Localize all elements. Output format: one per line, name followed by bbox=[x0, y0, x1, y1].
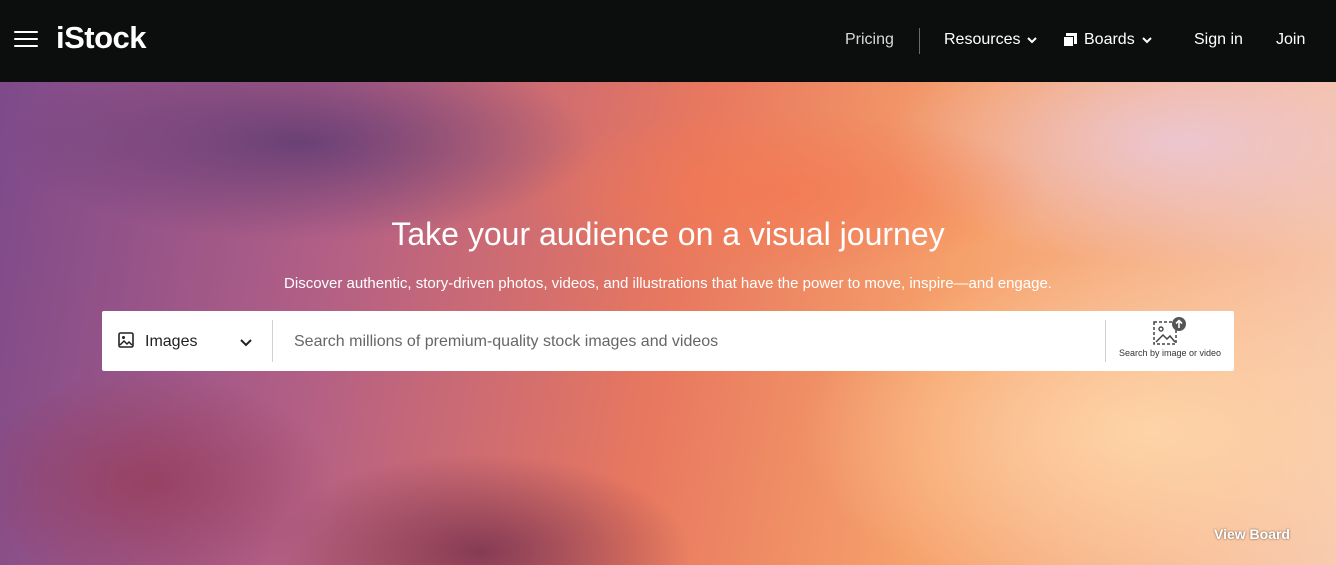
image-icon bbox=[118, 332, 134, 348]
hero-subtitle: Discover authentic, story-driven photos,… bbox=[284, 275, 1052, 292]
media-type-label: Images bbox=[145, 333, 198, 350]
nav-boards-label: Boards bbox=[1084, 31, 1135, 48]
join-label: Join bbox=[1276, 31, 1306, 48]
search-bar: Images Search by image or video bbox=[102, 311, 1234, 371]
chevron-down-icon bbox=[240, 339, 252, 347]
search-input[interactable] bbox=[292, 325, 1096, 359]
sign-in-label: Sign in bbox=[1194, 31, 1243, 48]
boards-icon bbox=[1063, 33, 1077, 47]
join-link[interactable]: Join bbox=[1276, 31, 1305, 49]
hero-banner: Take your audience on a visual journey D… bbox=[0, 82, 1336, 565]
nav-pricing-link[interactable]: Pricing bbox=[845, 31, 894, 49]
menu-icon[interactable] bbox=[14, 31, 38, 49]
sign-in-link[interactable]: Sign in bbox=[1194, 31, 1243, 49]
istock-logo[interactable]: iStock bbox=[56, 20, 147, 56]
nav-resources-label: Resources bbox=[944, 31, 1021, 48]
top-navigation-bar: iStock Pricing Resources Boards Sign in … bbox=[0, 0, 1336, 82]
chevron-down-icon bbox=[1027, 37, 1038, 44]
nav-boards-dropdown[interactable]: Boards bbox=[1062, 31, 1153, 49]
hero-title: Take your audience on a visual journey bbox=[391, 216, 945, 253]
search-by-image-button[interactable]: Search by image or video bbox=[1106, 311, 1234, 371]
search-by-image-label: Search by image or video bbox=[1118, 348, 1222, 358]
search-divider bbox=[272, 320, 273, 362]
chevron-down-icon bbox=[1141, 37, 1152, 44]
search-by-image-icon bbox=[1153, 317, 1186, 345]
nav-resources-dropdown[interactable]: Resources bbox=[944, 31, 1038, 49]
view-board-link[interactable]: View Board bbox=[1214, 526, 1290, 542]
nav-divider bbox=[919, 28, 920, 54]
media-type-dropdown[interactable]: Images bbox=[102, 311, 272, 371]
nav-pricing-label: Pricing bbox=[845, 31, 894, 48]
